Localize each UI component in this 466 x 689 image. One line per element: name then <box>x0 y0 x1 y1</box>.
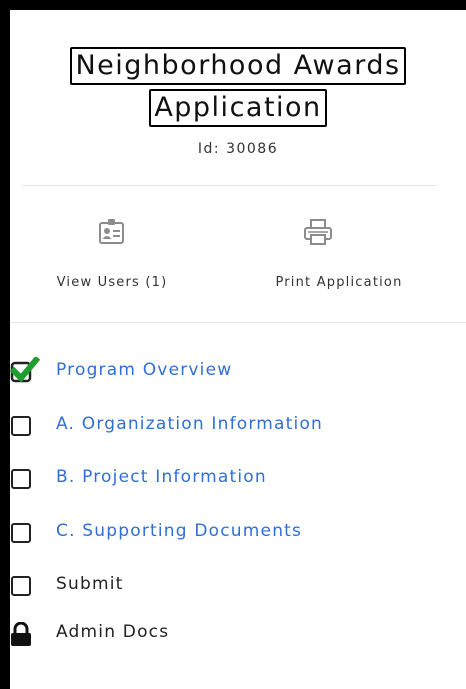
nav-item-label: B. Project Information <box>56 467 267 487</box>
application-panel: Neighborhood Awards Application Id: 3008… <box>10 10 466 689</box>
checked-checkbox-icon <box>10 357 41 383</box>
print-application-label: Print Application <box>275 275 403 290</box>
unchecked-checkbox-icon[interactable] <box>11 576 31 596</box>
nav-item-label: C. Supporting Documents <box>56 521 303 541</box>
page-title-line-2: Application <box>149 89 327 127</box>
print-application-button[interactable]: Print Application <box>230 186 466 322</box>
unchecked-checkbox-icon[interactable] <box>11 469 31 489</box>
view-users-button[interactable]: View Users (1) <box>10 186 230 322</box>
nav-item-label: Program Overview <box>56 360 233 380</box>
view-users-label: View Users (1) <box>56 275 168 290</box>
actions-divider <box>10 322 466 323</box>
unchecked-checkbox-icon[interactable] <box>11 523 31 543</box>
unchecked-checkbox-icon[interactable] <box>11 416 31 436</box>
lock-icon <box>11 622 31 646</box>
nav-item-label: Submit <box>56 574 124 594</box>
printer-icon <box>304 219 332 245</box>
page-title-line-1: Neighborhood Awards <box>70 47 406 85</box>
application-id: Id: 30086 <box>197 141 279 157</box>
application-header: Neighborhood Awards Application Id: 3008… <box>10 10 466 157</box>
id-card-icon <box>99 219 124 244</box>
nav-item-label: Admin Docs <box>56 622 170 642</box>
nav-item-label: A. Organization Information <box>56 414 324 434</box>
action-bar: View Users (1) Print Application <box>10 186 466 322</box>
